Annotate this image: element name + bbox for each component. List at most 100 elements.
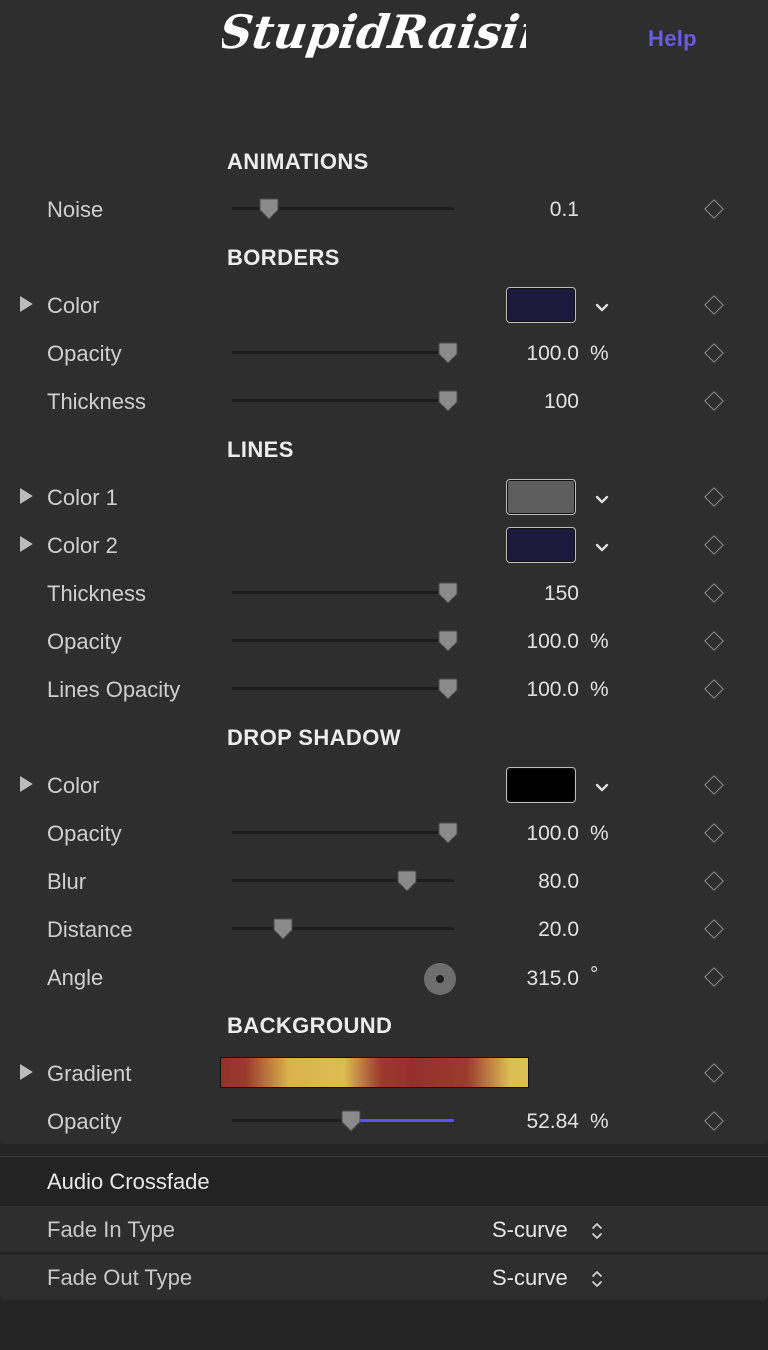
fade-in-up-down-chevron-icon[interactable] <box>591 1221 603 1241</box>
bg-gradient-label: Gradient <box>47 1061 132 1086</box>
shadow-opacity-label: Opacity <box>47 821 122 846</box>
svg-text:StupidRaisins: StupidRaisins <box>222 5 526 59</box>
lines-lines-opacity-slider-thumb[interactable] <box>438 678 458 700</box>
fade-in-type-row: Fade In Type S-curve <box>0 1205 768 1252</box>
borders-thickness-label: Thickness <box>47 389 147 414</box>
lines-color1-label: Color 1 <box>47 485 118 510</box>
fade-in-type-select[interactable]: S-curve <box>492 1217 568 1243</box>
lines-opacity-label: Opacity <box>47 629 122 654</box>
noise-label: Noise <box>47 197 104 222</box>
borders-color-disclosure-triangle-icon[interactable] <box>20 296 33 312</box>
noise-slider-thumb[interactable] <box>259 198 279 220</box>
lines-thickness-slider[interactable] <box>232 591 454 594</box>
shadow-distance-value[interactable]: 20.0 <box>538 918 579 942</box>
lines-color1-swatch[interactable] <box>506 479 576 515</box>
audio-crossfade-header[interactable]: Audio Crossfade <box>0 1156 768 1205</box>
noise-keyframe-diamond-icon[interactable] <box>704 199 724 219</box>
shadow-color-label: Color <box>47 773 100 798</box>
borders-opacity-slider[interactable] <box>232 351 454 354</box>
lines-lines-opacity-label: Lines Opacity <box>47 677 181 702</box>
borders-color-swatch[interactable] <box>506 287 576 323</box>
bg-opacity-slider-fill <box>350 1119 454 1122</box>
fade-out-type-label: Fade Out Type <box>47 1265 193 1290</box>
shadow-opacity-slider-thumb[interactable] <box>438 822 458 844</box>
shadow-distance-slider[interactable] <box>232 927 454 930</box>
shadow-blur-label: Blur <box>47 869 87 894</box>
lines-lines-opacity-keyframe-diamond-icon[interactable] <box>704 679 724 699</box>
lines-color2-keyframe-diamond-icon[interactable] <box>704 535 724 555</box>
section-background: BACKGROUND <box>227 1013 393 1038</box>
shadow-distance-slider-thumb[interactable] <box>273 918 293 940</box>
borders-thickness-value[interactable]: 100 <box>544 390 579 414</box>
borders-thickness-slider-thumb[interactable] <box>438 390 458 412</box>
bg-opacity-value[interactable]: 52.84 <box>526 1110 579 1134</box>
shadow-angle-keyframe-diamond-icon[interactable] <box>704 967 724 987</box>
lines-color1-chevron-down-icon[interactable] <box>594 494 610 506</box>
lines-color1-keyframe-diamond-icon[interactable] <box>704 487 724 507</box>
shadow-opacity-value[interactable]: 100.0 <box>526 822 579 846</box>
bg-opacity-slider-thumb[interactable] <box>341 1110 361 1132</box>
fade-in-type-label: Fade In Type <box>47 1217 176 1242</box>
lines-thickness-keyframe-diamond-icon[interactable] <box>704 583 724 603</box>
fade-out-type-row: Fade Out Type S-curve <box>0 1253 768 1300</box>
lines-lines-opacity-slider[interactable] <box>232 687 454 690</box>
lines-thickness-label: Thickness <box>47 581 147 606</box>
borders-opacity-keyframe-diamond-icon[interactable] <box>704 343 724 363</box>
audio-crossfade-title: Audio Crossfade <box>47 1169 210 1194</box>
fade-out-up-down-chevron-icon[interactable] <box>591 1269 603 1289</box>
borders-thickness-keyframe-diamond-icon[interactable] <box>704 391 724 411</box>
lines-color2-swatch[interactable] <box>506 527 576 563</box>
shadow-color-keyframe-diamond-icon[interactable] <box>704 775 724 795</box>
section-borders: BORDERS <box>227 245 340 270</box>
borders-color-label: Color <box>47 293 100 318</box>
lines-color2-chevron-down-icon[interactable] <box>594 542 610 554</box>
shadow-color-swatch[interactable] <box>506 767 576 803</box>
shadow-angle-value[interactable]: 315.0 <box>526 967 579 991</box>
lines-opacity-value[interactable]: 100.0 <box>526 630 579 654</box>
borders-opacity-unit: % <box>590 342 609 365</box>
lines-color1-disclosure-triangle-icon[interactable] <box>20 488 33 504</box>
lines-opacity-unit: % <box>590 630 609 653</box>
angle-dial[interactable] <box>424 963 456 995</box>
help-link[interactable]: Help <box>648 26 697 52</box>
bg-opacity-label: Opacity <box>47 1109 122 1134</box>
shadow-opacity-slider[interactable] <box>232 831 454 834</box>
section-animations: ANIMATIONS <box>227 149 369 174</box>
shadow-distance-keyframe-diamond-icon[interactable] <box>704 919 724 939</box>
noise-value[interactable]: 0.1 <box>550 198 579 222</box>
lines-lines-opacity-value[interactable]: 100.0 <box>526 678 579 702</box>
shadow-blur-value[interactable]: 80.0 <box>538 870 579 894</box>
gradient-preview[interactable] <box>220 1057 529 1088</box>
fade-out-type-select[interactable]: S-curve <box>492 1265 568 1291</box>
lines-opacity-slider-thumb[interactable] <box>438 630 458 652</box>
shadow-opacity-keyframe-diamond-icon[interactable] <box>704 823 724 843</box>
lines-thickness-value[interactable]: 150 <box>544 582 579 606</box>
shadow-blur-keyframe-diamond-icon[interactable] <box>704 871 724 891</box>
section-drop-shadow: DROP SHADOW <box>227 725 401 750</box>
borders-color-chevron-down-icon[interactable] <box>594 302 610 314</box>
stupidraisins-logo: StupidRaisins <box>222 5 526 59</box>
shadow-blur-slider-thumb[interactable] <box>397 870 417 892</box>
shadow-opacity-unit: % <box>590 822 609 845</box>
bg-opacity-unit: % <box>590 1110 609 1133</box>
inspector-panel: StupidRaisins Help ANIMATIONS Noise 0.1 … <box>0 0 768 1144</box>
lines-color2-disclosure-triangle-icon[interactable] <box>20 536 33 552</box>
borders-color-keyframe-diamond-icon[interactable] <box>704 295 724 315</box>
section-lines: LINES <box>227 437 294 462</box>
lines-opacity-keyframe-diamond-icon[interactable] <box>704 631 724 651</box>
shadow-angle-label: Angle <box>47 965 104 990</box>
borders-opacity-value[interactable]: 100.0 <box>526 342 579 366</box>
bg-opacity-keyframe-diamond-icon[interactable] <box>704 1111 724 1131</box>
lines-opacity-slider[interactable] <box>232 639 454 642</box>
lines-color2-label: Color 2 <box>47 533 118 558</box>
lines-lines-opacity-unit: % <box>590 678 609 701</box>
bg-gradient-disclosure-triangle-icon[interactable] <box>20 1064 33 1080</box>
bg-gradient-keyframe-diamond-icon[interactable] <box>704 1063 724 1083</box>
borders-thickness-slider[interactable] <box>232 399 454 402</box>
shadow-color-chevron-down-icon[interactable] <box>594 782 610 794</box>
lines-thickness-slider-thumb[interactable] <box>438 582 458 604</box>
shadow-color-disclosure-triangle-icon[interactable] <box>20 776 33 792</box>
shadow-distance-label: Distance <box>47 917 133 942</box>
shadow-blur-slider[interactable] <box>232 879 454 882</box>
borders-opacity-slider-thumb[interactable] <box>438 342 458 364</box>
